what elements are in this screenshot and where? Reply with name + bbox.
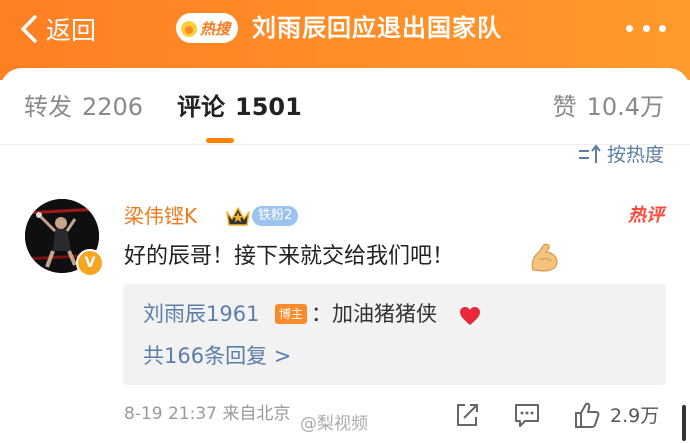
more-options-button[interactable]: [626, 16, 666, 40]
comment-text: 好的辰哥！接下来就交给我们吧！: [124, 244, 455, 269]
reply-button[interactable]: [512, 400, 542, 430]
tab-repost[interactable]: 转发 2206: [24, 90, 143, 124]
like-button[interactable]: [572, 400, 602, 430]
comment-username[interactable]: 梁伟铿K: [124, 202, 197, 230]
comment-like-count: 2.9万: [610, 405, 660, 427]
reply-author[interactable]: 刘雨辰1961: [143, 298, 259, 330]
sort-icon: [578, 143, 601, 163]
flexed-biceps-icon: [531, 243, 558, 272]
reply-text: ：加油猪猪侠: [311, 302, 437, 326]
fan-level-badge[interactable]: 铁粉2: [252, 206, 299, 226]
comments-card: 转发 2206 评论 1501 赞 10.4万 按热度 V 梁伟铿K 铁粉2 热…: [0, 68, 690, 443]
back-label: 返回: [46, 16, 97, 45]
tab-comment-label: 评论: [177, 93, 225, 121]
thumbs-up-icon: [575, 402, 600, 428]
comment-icon: [515, 404, 539, 427]
back-button[interactable]: 返回: [18, 12, 96, 46]
hot-search-badge[interactable]: 热搜: [176, 13, 239, 43]
share-icon: [457, 404, 478, 426]
scrollbar[interactable]: [682, 405, 686, 441]
tab-like-label: 赞: [552, 93, 577, 121]
more-dot-icon: [659, 24, 666, 32]
reply-preview-box[interactable]: 刘雨辰1961 博主 ：加油猪猪侠 共166条回复 >: [123, 284, 666, 385]
red-heart-icon: [460, 307, 480, 325]
tab-comment-count: 1501: [235, 93, 302, 121]
view-replies-link[interactable]: 共166条回复 >: [143, 340, 291, 372]
sort-label: 按热度: [606, 144, 664, 166]
tab-bar: 转发 2206 评论 1501 赞 10.4万: [0, 68, 690, 144]
tab-like-count: 10.4万: [586, 93, 664, 121]
tab-repost-label: 转发: [24, 93, 72, 121]
watermark: @梨视频: [300, 414, 368, 434]
sort-by-hot-button[interactable]: 按热度: [577, 140, 664, 167]
comment-timestamp-location: 8-19 21:37 来自北京: [124, 404, 291, 424]
hot-comment-tag: 热评: [628, 205, 664, 226]
more-dot-icon: [626, 24, 633, 32]
crown-icon: [226, 207, 250, 226]
blogger-badge: 博主: [275, 304, 308, 324]
page-title: 刘雨辰回应退出国家队: [252, 14, 502, 42]
tab-comment[interactable]: 评论 1501: [177, 90, 302, 124]
hot-search-label: 热搜: [200, 19, 231, 38]
flame-icon: [181, 21, 197, 37]
active-tab-indicator: [206, 138, 234, 143]
more-dot-icon: [642, 24, 650, 32]
share-button[interactable]: [452, 400, 482, 430]
chevron-left-icon: [21, 15, 37, 43]
tab-like[interactable]: 赞 10.4万: [553, 90, 664, 124]
tab-repost-count: 2206: [82, 93, 144, 121]
verified-badge: V: [76, 249, 104, 277]
